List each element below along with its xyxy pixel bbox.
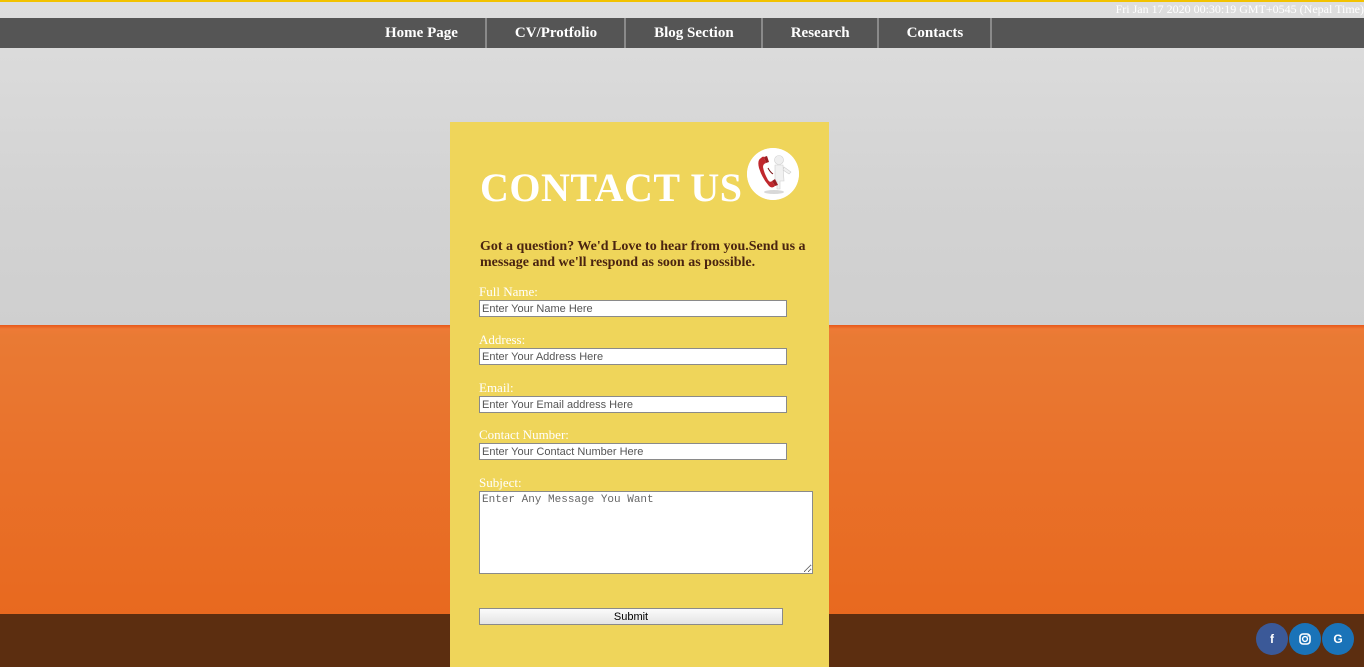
address-input[interactable] — [479, 348, 787, 365]
contact-card: CONTACT US Got a question? We'd Love to … — [450, 122, 829, 667]
facebook-icon[interactable]: f — [1256, 623, 1288, 655]
nav-item-blog[interactable]: Blog Section — [626, 18, 763, 48]
phone-icon — [747, 148, 799, 200]
nav-item-contacts[interactable]: Contacts — [879, 18, 993, 48]
email-input[interactable] — [479, 396, 787, 413]
navbar: Home Page CV/Protfolio Blog Section Rese… — [0, 18, 1364, 48]
contact-number-label: Contact Number: — [479, 427, 569, 442]
contact-intro: Got a question? We'd Love to hear from y… — [480, 239, 806, 270]
nav-list: Home Page CV/Protfolio Blog Section Rese… — [357, 18, 993, 48]
contact-title: CONTACT US — [480, 165, 743, 210]
instagram-icon[interactable] — [1289, 623, 1321, 655]
submit-button[interactable]: Submit — [479, 608, 783, 625]
subject-label: Subject: — [479, 475, 522, 490]
facebook-glyph: f — [1270, 632, 1274, 646]
nav-item-home[interactable]: Home Page — [357, 18, 487, 48]
contact-number-input[interactable] — [479, 443, 787, 460]
full-name-label: Full Name: — [479, 284, 538, 299]
address-label: Address: — [479, 332, 526, 347]
instagram-glyph — [1299, 633, 1311, 645]
page: Fri Jan 17 2020 00:30:19 GMT+0545 (Nepal… — [0, 0, 1364, 667]
nav-item-cv-portfolio[interactable]: CV/Protfolio — [487, 18, 627, 48]
subject-textarea[interactable] — [479, 491, 813, 574]
nav-item-research[interactable]: Research — [763, 18, 879, 48]
email-label: Email: — [479, 380, 514, 395]
full-name-input[interactable] — [479, 300, 787, 317]
google-glyph: G — [1333, 632, 1343, 646]
clock-text: Fri Jan 17 2020 00:30:19 GMT+0545 (Nepal… — [1115, 2, 1364, 16]
google-icon[interactable]: G — [1322, 623, 1354, 655]
